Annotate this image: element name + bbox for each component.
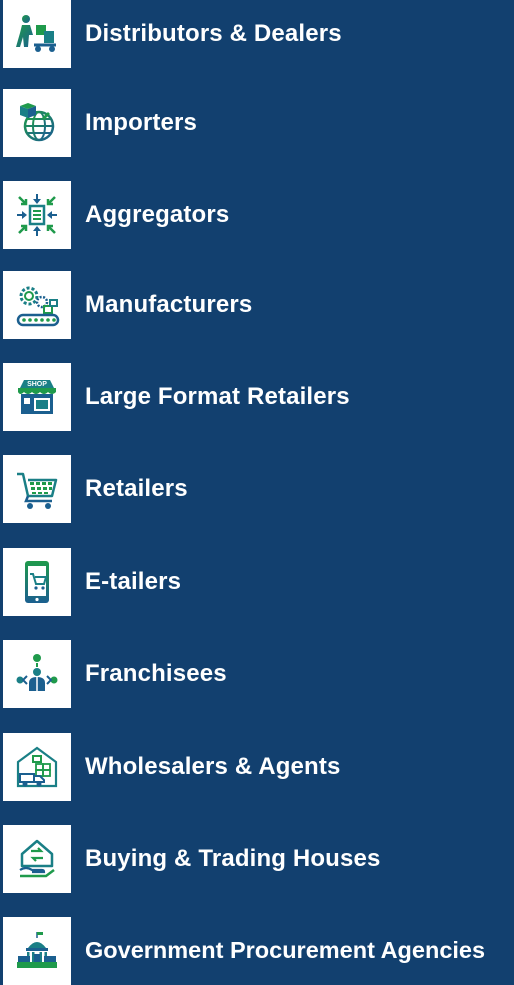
shopping-cart-icon <box>17 472 58 509</box>
icon-tile <box>3 89 71 157</box>
category-label: Wholesalers & Agents <box>85 753 341 780</box>
icon-tile <box>3 0 71 68</box>
category-item-aggregators[interactable]: Aggregators <box>0 181 514 249</box>
globe-package-icon <box>20 103 55 142</box>
category-label: Retailers <box>85 475 188 502</box>
category-label: Franchisees <box>85 660 227 687</box>
icon-tile <box>3 181 71 249</box>
category-item-manufacturers[interactable]: Manufacturers <box>0 271 514 339</box>
icon-tile <box>3 640 71 708</box>
svg-text:SHOP: SHOP <box>27 381 47 388</box>
category-label: Aggregators <box>85 201 230 228</box>
category-item-large-format-retailers[interactable]: SHOP Large Format Retailers <box>0 363 514 431</box>
category-list: Distributors & Dealers Importers Aggrega… <box>0 0 514 985</box>
icon-tile <box>3 825 71 893</box>
shop-storefront-icon: SHOP <box>18 380 56 414</box>
category-label: Importers <box>85 109 198 136</box>
category-item-government-procurement-agencies[interactable]: Government Procurement Agencies <box>0 917 514 985</box>
category-item-e-tailers[interactable]: E-tailers <box>0 548 514 616</box>
category-label: Manufacturers <box>85 291 253 318</box>
category-item-wholesalers-agents[interactable]: Wholesalers & Agents <box>0 733 514 801</box>
category-label: Government Procurement Agencies <box>85 937 486 964</box>
category-label: Large Format Retailers <box>85 383 350 410</box>
warehouse-truck-icon <box>16 746 58 788</box>
gear-conveyor-icon <box>16 286 60 327</box>
hand-truck-icon <box>16 15 56 52</box>
icon-tile <box>3 917 71 985</box>
icon-tile <box>3 733 71 801</box>
icon-tile <box>3 455 71 523</box>
icon-tile <box>3 271 71 339</box>
house-exchange-icon <box>19 839 55 878</box>
category-label: Distributors & Dealers <box>85 20 342 47</box>
mobile-cart-icon <box>25 561 49 603</box>
category-item-distributors-dealers[interactable]: Distributors & Dealers <box>0 0 514 68</box>
icon-tile <box>3 548 71 616</box>
arrows-to-center-icon <box>17 194 57 236</box>
category-label: E-tailers <box>85 568 182 595</box>
category-item-buying-trading-houses[interactable]: Buying & Trading Houses <box>0 825 514 893</box>
category-label: Buying & Trading Houses <box>85 845 381 872</box>
category-item-franchisees[interactable]: Franchisees <box>0 640 514 708</box>
category-item-retailers[interactable]: Retailers <box>0 455 514 523</box>
person-network-icon <box>16 654 58 691</box>
government-building-icon <box>17 932 57 968</box>
icon-tile: SHOP <box>3 363 71 431</box>
category-item-importers[interactable]: Importers <box>0 89 514 157</box>
